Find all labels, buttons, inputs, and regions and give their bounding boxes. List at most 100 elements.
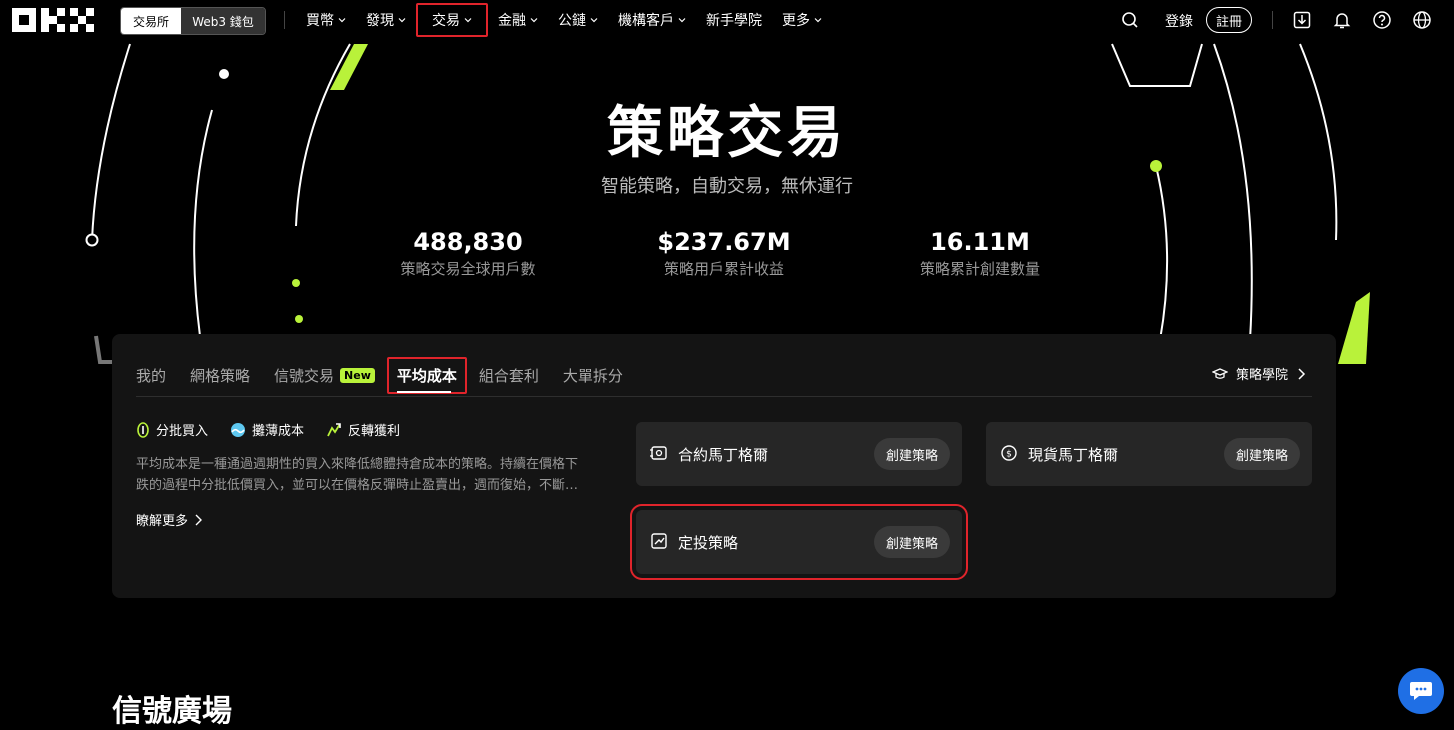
menu-label: 金融 (498, 13, 526, 29)
chevron-down-icon (464, 18, 472, 23)
feature-list: 分批買入 攤薄成本 反轉獲利 (136, 420, 400, 439)
stat-label: 策略累計創建數量 (919, 260, 1040, 278)
feature-label: 分批買入 (156, 424, 209, 439)
feature-item: 分批買入 (136, 420, 208, 439)
create-strategy-button[interactable]: 創建策略 (1223, 438, 1300, 470)
tab-my[interactable]: 我的 (136, 365, 166, 386)
menu-buy-crypto[interactable]: 買幣 (296, 5, 356, 35)
graduation-cap-icon (1211, 367, 1228, 379)
stat-value: 488,830 (413, 228, 523, 256)
stat-label: 策略交易全球用戶數 (400, 260, 536, 278)
panel-divider (136, 396, 1312, 397)
menu-more[interactable]: 更多 (772, 5, 832, 35)
menu-public-chain[interactable]: 公鏈 (548, 5, 608, 35)
stat-strategies: 16.11M 策略累計創建數量 (870, 228, 1090, 279)
exchange-wallet-toggle: 交易所 Web3 錢包 (120, 7, 266, 35)
strategy-tabs: 我的 網格策略 信號交易 New 平均成本 組合套利 大單拆分 (136, 356, 647, 394)
strategy-name: 定投策略 (678, 533, 739, 552)
signal-square-heading: 信號廣場 (112, 694, 232, 729)
reversal-profit-icon (327, 422, 341, 436)
strategy-description: 平均成本是一種通過週期性的買入來降低總體持倉成本的策略。持續在價格下 跌的過程中… (136, 454, 616, 496)
tab-arbitrage[interactable]: 組合套利 (479, 365, 539, 386)
learn-more-label: 瞭解更多 (136, 514, 189, 529)
learn-more-link[interactable]: 瞭解更多 (136, 510, 203, 529)
menu-label: 交易 (432, 13, 460, 29)
tab-label: 平均成本 (396, 366, 457, 385)
main-menu: 買幣 發現 交易 金融 公鏈 機構客戶 新手學院 更多 (296, 0, 832, 40)
new-badge: New (340, 367, 375, 383)
menu-label: 買幣 (306, 13, 334, 29)
recurring-buy-icon (651, 533, 667, 549)
chat-support-button[interactable] (1398, 668, 1444, 714)
feature-item: 攤薄成本 (230, 420, 304, 439)
menu-label: 更多 (782, 13, 810, 29)
chevron-right-icon (1298, 367, 1306, 380)
tab-average-cost[interactable]: 平均成本 (386, 356, 467, 394)
strategy-card-spot-martingale[interactable]: $ 現貨馬丁格爾 創建策略 (986, 422, 1312, 486)
search-icon[interactable] (1120, 10, 1140, 30)
academy-label: 策略學院 (1235, 368, 1288, 383)
create-strategy-button[interactable]: 創建策略 (873, 526, 950, 558)
description-line: 跌的過程中分批低價買入，並可以在價格反彈時止盈賣出，週而復始，不斷… (136, 478, 579, 493)
menu-label: 新手學院 (706, 13, 762, 29)
menu-label: 機構客戶 (618, 13, 674, 29)
exchange-tab[interactable]: 交易所 (121, 8, 181, 34)
strategy-academy-link[interactable]: 策略學院 (1211, 364, 1306, 383)
stat-label: 策略用戶累計收益 (663, 260, 784, 278)
menu-finance[interactable]: 金融 (488, 5, 548, 35)
chevron-down-icon (678, 18, 686, 23)
stat-value: 16.11M (930, 228, 1030, 256)
chevron-down-icon (338, 18, 346, 23)
feature-label: 反轉獲利 (348, 424, 401, 439)
tab-label: 信號交易 (274, 366, 335, 385)
tab-grid[interactable]: 網格策略 (190, 365, 250, 386)
description-line: 平均成本是一種通過週期性的買入來降低總體持倉成本的策略。持續在價格下 (136, 457, 579, 472)
chevron-down-icon (814, 18, 822, 23)
chevron-down-icon (530, 18, 538, 23)
bell-icon[interactable] (1332, 10, 1352, 30)
login-link[interactable]: 登錄 (1165, 11, 1193, 31)
tab-signal[interactable]: 信號交易 New (274, 365, 375, 386)
svg-text:$: $ (1006, 450, 1012, 460)
dilute-cost-icon (231, 422, 246, 437)
chat-icon (1410, 682, 1432, 700)
spot-martingale-icon: $ (1001, 445, 1017, 461)
menu-label: 公鏈 (558, 13, 586, 29)
nav-divider (1272, 11, 1273, 29)
okx-logo[interactable] (12, 8, 94, 32)
tab-block-split[interactable]: 大單拆分 (563, 365, 623, 386)
tab-label: 組合套利 (478, 366, 539, 385)
strategy-name: 現貨馬丁格爾 (1028, 445, 1119, 464)
stat-users: 488,830 策略交易全球用戶數 (358, 228, 578, 279)
feature-item: 反轉獲利 (326, 420, 400, 439)
tab-label: 我的 (136, 366, 167, 385)
strategy-card-dca[interactable]: 定投策略 創建策略 (630, 504, 968, 580)
register-button[interactable]: 註冊 (1206, 7, 1252, 33)
create-strategy-button[interactable]: 創建策略 (873, 438, 950, 470)
download-icon[interactable] (1292, 10, 1312, 30)
tab-label: 大單拆分 (562, 366, 623, 385)
hero-subtitle: 智能策略，自動交易，無休運行 (601, 176, 853, 197)
strategy-card-futures-martingale[interactable]: 合約馬丁格爾 創建策略 (636, 422, 962, 486)
globe-icon[interactable] (1412, 10, 1432, 30)
stat-value: $237.67M (657, 228, 791, 256)
menu-learn[interactable]: 新手學院 (696, 5, 772, 35)
menu-discover[interactable]: 發現 (356, 5, 416, 35)
chevron-right-icon (195, 514, 203, 525)
web3-wallet-tab[interactable]: Web3 錢包 (181, 8, 265, 34)
nav-divider (284, 11, 285, 29)
menu-label: 發現 (366, 13, 394, 29)
menu-trade[interactable]: 交易 (416, 3, 488, 37)
help-icon[interactable] (1372, 10, 1392, 30)
tab-label: 網格策略 (190, 366, 251, 385)
strategy-panel: 我的 網格策略 信號交易 New 平均成本 組合套利 大單拆分 策略學院 分批買… (112, 334, 1336, 598)
stat-earnings: $237.67M 策略用戶累計收益 (614, 228, 834, 279)
chevron-down-icon (590, 18, 598, 23)
hero-title: 策略交易 (607, 101, 847, 166)
futures-martingale-icon (650, 446, 667, 460)
chevron-down-icon (398, 18, 406, 23)
menu-institutional[interactable]: 機構客戶 (608, 5, 696, 35)
strategy-name: 合約馬丁格爾 (678, 445, 769, 464)
top-nav: 交易所 Web3 錢包 買幣 發現 交易 金融 公鏈 機構客戶 新手學院 更多 … (0, 0, 1454, 40)
batch-buy-icon (137, 421, 149, 438)
